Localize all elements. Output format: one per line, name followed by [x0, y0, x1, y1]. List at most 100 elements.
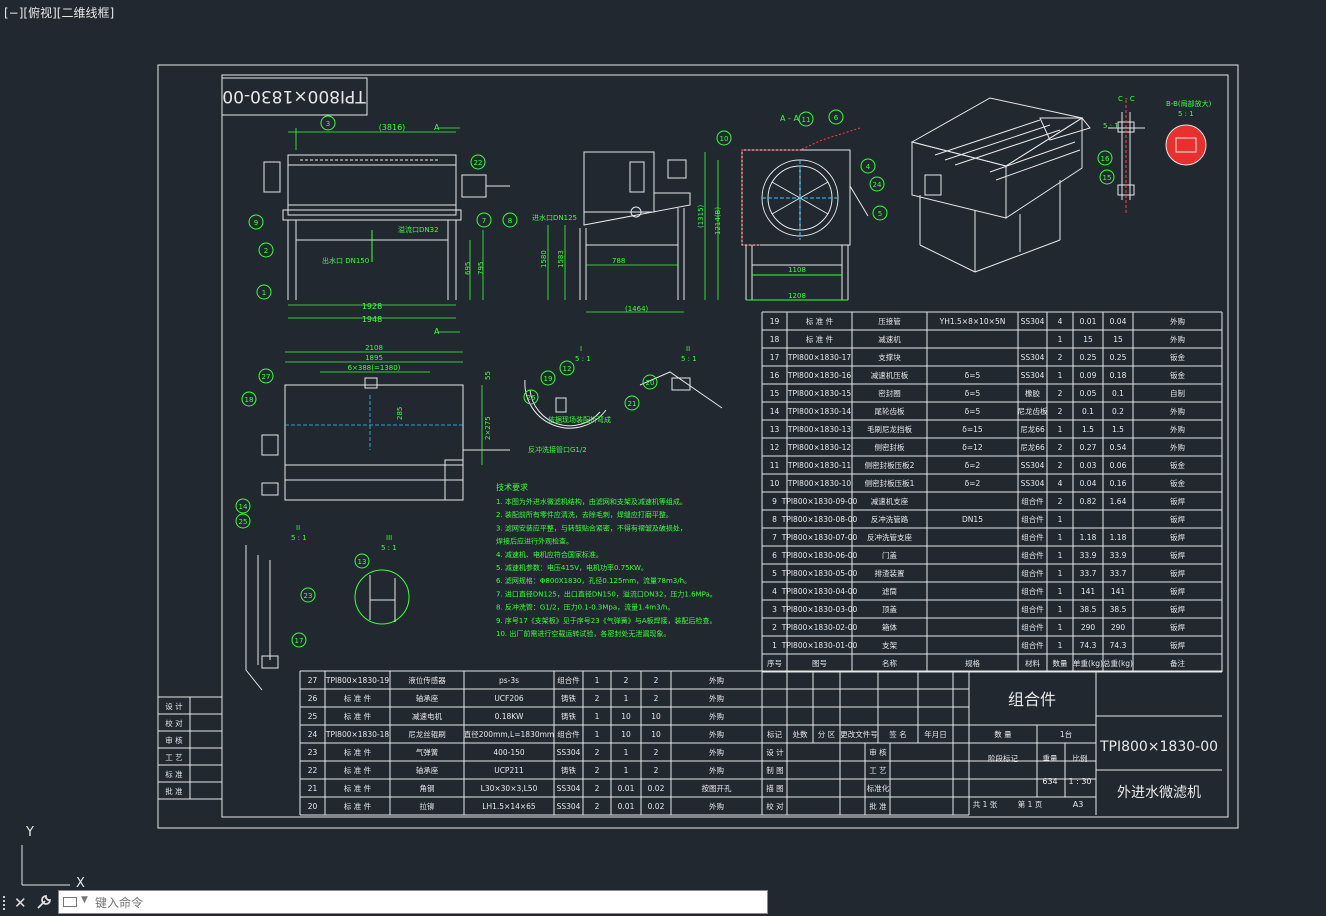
bom-lower-cell: 27	[308, 676, 318, 685]
bom-lower-cell: 26	[308, 694, 318, 703]
bend-note: 依据现场装配折弯成	[548, 415, 611, 424]
bom-lower-cell: 10	[651, 730, 661, 739]
drawing-number-box: TPI800×1830-00	[221, 77, 368, 116]
balloon-label-27: 27	[262, 373, 271, 381]
balloon-label-6: 6	[834, 114, 839, 122]
role-left: 设 计	[766, 747, 784, 757]
bom-lower-cell: 气弹簧	[416, 747, 439, 757]
bom-upper-cell: 0.1	[1112, 389, 1124, 398]
ucs-icon	[21, 845, 70, 886]
bom-lower-cell: UCF206	[494, 694, 524, 703]
balloon-label-16: 16	[1101, 155, 1110, 163]
bom-upper-cell: 1	[772, 641, 777, 650]
bom-upper-header: 单重(kg)	[1073, 658, 1103, 668]
bom-upper-cell: TPI800×1830-10	[787, 479, 851, 488]
bom-lower-cell: 2	[624, 676, 629, 685]
dim-1208: 1208	[788, 292, 806, 300]
dim-dn125: 进水口DN125	[532, 213, 577, 222]
detail-iv-scale: 5 : 1	[381, 544, 397, 552]
section-b-b-view	[1165, 124, 1207, 166]
bom-upper-cell: 0.04	[1080, 479, 1097, 488]
dim-1214: 1214(B)	[714, 207, 722, 235]
bom-upper-cell: SS304	[1021, 371, 1045, 380]
bom-lower-cell: 2	[595, 802, 600, 811]
signoff-left-label: 审 核	[165, 735, 183, 745]
title-name: 组合件	[1008, 690, 1056, 709]
bom-lower-cell: 角钢	[420, 783, 435, 793]
bom-upper-cell: 侧密封板	[875, 442, 905, 452]
balloon-label-21: 21	[628, 400, 637, 408]
bom-lower-cell: 1	[595, 676, 600, 685]
bom-lower-cell: 1	[624, 694, 629, 703]
detail-i-label: I	[580, 345, 582, 353]
bom-upper-cell: 0.25	[1080, 353, 1097, 362]
bom-lower-cell: 0.02	[648, 802, 665, 811]
dim-1948: 1948	[362, 315, 382, 324]
bom-lower-cell: 1	[624, 748, 629, 757]
tech-req-line: 10. 出厂前需进行空载运转试验，各密封处无泄漏现象。	[496, 629, 670, 638]
bom-upper-cell: δ=2	[965, 461, 981, 470]
command-line-grip[interactable]	[3, 896, 11, 910]
bom-upper-cell: 8	[772, 515, 777, 524]
chevron-down-icon[interactable]: ▼	[81, 895, 88, 905]
wrench-icon[interactable]	[35, 893, 53, 911]
bom-lower-cell: 轴承座	[416, 693, 439, 703]
bom-lower-cell: 减速电机	[412, 711, 442, 721]
bom-upper-header: 名称	[882, 658, 897, 668]
drawing-canvas[interactable]: TPI800×1830-00 (3816) 1928 1948 A A 溢流口D…	[0, 0, 1326, 888]
dim-1583: 1583	[557, 250, 565, 268]
bom-upper-cell: 15	[1113, 335, 1123, 344]
dim-55: 55	[484, 371, 492, 380]
bom-upper-cell: 1	[1058, 605, 1063, 614]
bom-upper-cell: TPI800×1830-02-00	[781, 623, 858, 632]
bom-upper-cell: 钣金	[1170, 370, 1186, 380]
command-input-box[interactable]: ▼	[58, 890, 768, 914]
command-input[interactable]	[93, 893, 757, 913]
bom-upper-cell: 0.2	[1112, 407, 1124, 416]
bom-upper-cell: 箱体	[882, 622, 897, 632]
section-mark-a-top: A	[434, 123, 440, 132]
bom-lower-cell: 外购	[709, 675, 724, 685]
bom-upper-cell: 0.03	[1080, 461, 1097, 470]
bom-upper-cell: 2	[1058, 497, 1063, 506]
bom-upper-cell: 33.9	[1080, 551, 1097, 560]
bom-lower-cell: 按图开孔	[702, 783, 732, 793]
bom-upper-cell: 组合件	[1021, 550, 1044, 560]
bom-upper-cell: δ=5	[965, 371, 981, 380]
signoff-left-label: 校 对	[165, 718, 183, 728]
bom-upper-cell: 标 准 件	[806, 316, 834, 326]
bom-upper-cell: TPI800×1830-13	[787, 425, 851, 434]
detail-iii-scale: 5 : 1	[291, 534, 307, 542]
detail-i-scale: 5 : 1	[575, 355, 591, 363]
bom-upper-cell: 4	[1058, 479, 1063, 488]
role-left: 描 图	[766, 783, 783, 793]
bom-upper-cell: 1	[1058, 425, 1063, 434]
bom-lower-cell: 2	[595, 748, 600, 757]
bom-upper-cell: TPI800×1830-07-00	[781, 533, 858, 542]
detail-iii-label: II	[296, 524, 300, 532]
ucs-x-label: X	[76, 876, 85, 888]
bom-lower-cell: LH1.5×14×65	[482, 802, 536, 811]
bom-lower-cell: SS304	[557, 784, 581, 793]
bom-lower-cell: 铸铁	[561, 765, 576, 775]
dim-2108: 2108	[365, 344, 383, 352]
rev-header: 更改文件号	[840, 729, 878, 739]
bom-upper-cell: 滤筒	[882, 586, 897, 596]
bom-upper-cell: 自制	[1170, 388, 1185, 398]
dim-1895: 1895	[365, 354, 383, 362]
bom-upper-cell: YH1.5×8×10×5N	[939, 317, 1006, 326]
command-history-icon[interactable]	[63, 897, 77, 907]
bom-upper-header: 数量	[1053, 658, 1069, 668]
bom-upper-cell: 尼龙66	[1020, 442, 1045, 452]
balloon-label-25: 25	[239, 518, 248, 526]
bom-lower-cell: 组合件	[557, 675, 580, 685]
bom-upper-header: 序号	[767, 658, 782, 668]
bom-upper-cell: 密封圈	[878, 388, 901, 398]
balloon-label-9: 9	[254, 219, 258, 227]
bom-upper-cell: 钣焊	[1170, 640, 1186, 650]
bom-upper-cell: TPI800×1830-06-00	[781, 551, 858, 560]
close-icon[interactable]: ✕	[14, 894, 27, 912]
role-right: 审 核	[869, 747, 887, 757]
bom-upper-cell: 74.3	[1080, 641, 1097, 650]
bom-upper-cell: 1	[1058, 515, 1063, 524]
